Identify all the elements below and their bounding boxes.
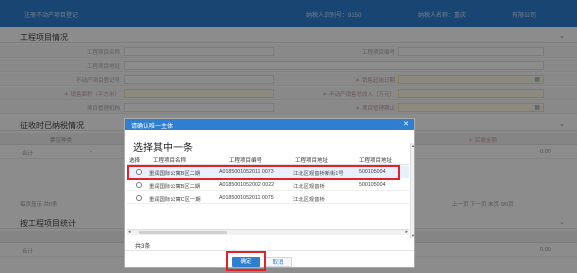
col-project-name: 工程项目名称 [153, 158, 187, 164]
scroll-right-icon[interactable]: ▸ [405, 229, 408, 235]
row-project-code: A0185001052002 0022 [219, 182, 275, 188]
scroll-left-icon[interactable]: ◂ [128, 229, 131, 235]
row-project-name: 重润国际公寓C区一期 [149, 197, 201, 203]
close-icon[interactable]: ✕ [403, 120, 409, 128]
table-header: 选择 工程项目名称 工程项目编号 工程项目地址 工程项目地址 [127, 153, 409, 165]
dialog-header: 请确认唯一主体 ✕ [125, 119, 414, 130]
row-project-address: 江北区观音桥 [293, 184, 325, 190]
dialog-divider [125, 250, 414, 251]
row-project-code: A0185001052011 0075 [219, 195, 274, 201]
row-radio[interactable] [136, 195, 142, 201]
scroll-down-icon[interactable]: ▼ [411, 233, 415, 238]
row-project-address: 江北区观音桥 [293, 197, 325, 203]
table-row[interactable]: 重润国际公寓C区一期 A0185001052011 0075 江北区观音桥 [127, 192, 409, 204]
table-row[interactable]: 重润国际公寓B区二期 A0185001052002 0022 江北区观音桥 50… [127, 179, 409, 191]
horizontal-scrollbar[interactable]: ◂ ▸ [127, 229, 409, 235]
col-project-code: 工程项目编号 [229, 158, 263, 164]
col-select: 选择 [129, 158, 141, 164]
select-entity-dialog: 请确认唯一主体 ✕ 选择其中一条 选择 工程项目名称 工程项目编号 工程项目地址… [124, 118, 415, 271]
scroll-up-icon[interactable]: ▲ [411, 143, 415, 148]
row-radio[interactable] [136, 182, 142, 188]
dialog-title: 请确认唯一主体 [131, 124, 174, 130]
scrollbar-thumb[interactable] [139, 231, 227, 234]
dialog-prompt: 选择其中一条 [133, 143, 193, 154]
row-project-address-2: 500105004 [359, 182, 386, 188]
col-project-address-2: 工程项目地址 [359, 158, 393, 164]
col-project-address: 工程项目地址 [295, 158, 329, 164]
highlight-selected-row [127, 165, 400, 180]
record-count: 共3条 [135, 244, 151, 250]
vertical-scrollbar[interactable]: ▲ ▼ [410, 143, 415, 238]
row-project-name: 重润国际公寓B区二期 [149, 184, 201, 190]
cancel-button[interactable]: 取消 [264, 257, 292, 267]
highlight-confirm-button [226, 251, 266, 271]
